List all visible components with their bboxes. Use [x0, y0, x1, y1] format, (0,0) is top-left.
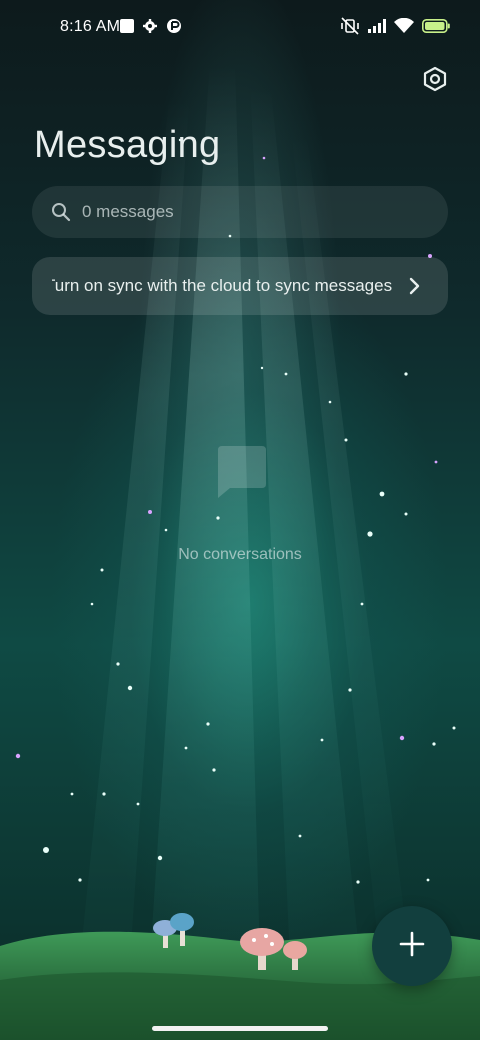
- gear-icon: [142, 18, 158, 39]
- status-right-icons: [340, 17, 450, 40]
- message-bubble-icon: [212, 442, 268, 498]
- home-indicator[interactable]: [152, 1026, 328, 1031]
- screenshot-notification-icon: [120, 19, 134, 38]
- status-left-icons: [120, 18, 182, 39]
- chevron-right-icon: [404, 276, 424, 296]
- battery-icon: [422, 19, 450, 38]
- search-icon: [50, 201, 72, 223]
- app-notification-icon: [166, 18, 182, 39]
- sync-banner[interactable]: Turn on sync with the cloud to sync mess…: [32, 257, 448, 315]
- settings-button[interactable]: [420, 66, 450, 96]
- settings-hexagon-icon: [422, 66, 448, 97]
- vibrate-off-icon: [340, 17, 360, 40]
- search-input[interactable]: 0 messages: [32, 186, 448, 238]
- new-message-button[interactable]: [372, 906, 452, 986]
- status-time: 8:16 AM: [60, 18, 121, 35]
- status-bar: 8:16 AM: [0, 0, 480, 56]
- sync-banner-text: Turn on sync with the cloud to sync mess…: [52, 276, 393, 295]
- page-title: Messaging: [34, 124, 221, 166]
- search-placeholder: 0 messages: [82, 202, 174, 221]
- cellular-signal-icon: [368, 19, 386, 38]
- plus-icon: [398, 930, 426, 963]
- empty-state-text: No conversations: [178, 546, 302, 563]
- wifi-icon: [394, 17, 414, 39]
